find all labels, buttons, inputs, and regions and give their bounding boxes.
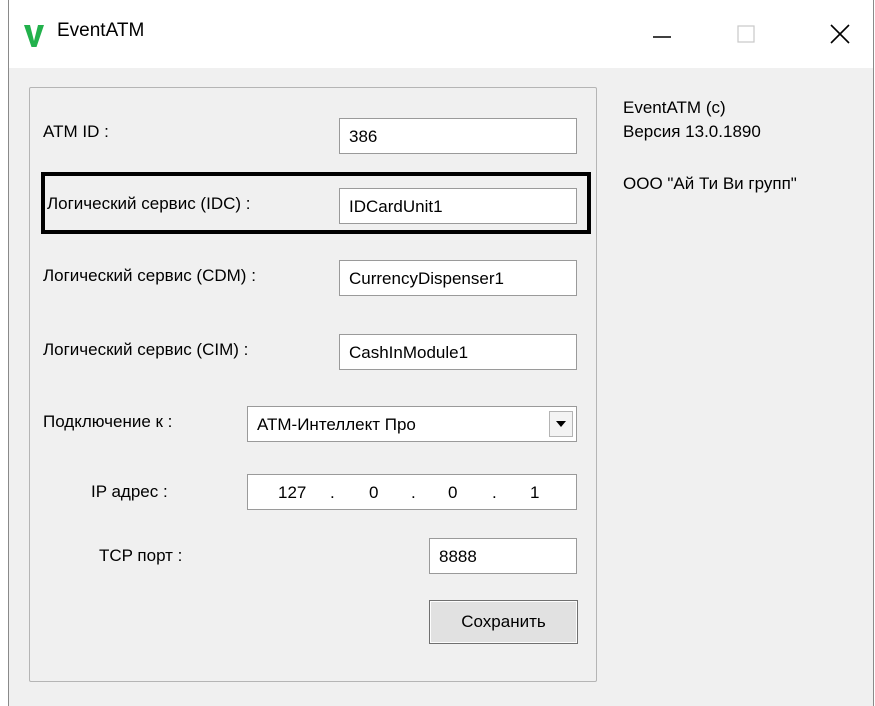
event-atm-window: EventATM ATM ID : 386 Логический сервис … bbox=[8, 0, 874, 706]
chevron-down-icon bbox=[556, 421, 566, 427]
atm-id-label: ATM ID : bbox=[43, 122, 109, 141]
close-icon bbox=[830, 24, 850, 44]
title-bar[interactable]: EventATM bbox=[9, 0, 873, 68]
ip-octet-2[interactable]: 0 bbox=[369, 483, 378, 503]
ip-dot-1: . bbox=[330, 483, 335, 502]
ip-dot-2: . bbox=[411, 483, 416, 502]
maximize-icon bbox=[737, 25, 755, 43]
tcp-port-label: TCP порт : bbox=[99, 546, 183, 565]
ip-octet-4[interactable]: 1 bbox=[530, 483, 539, 503]
connect-select[interactable]: АТМ-Интеллект Про bbox=[247, 406, 577, 442]
idc-label: Логический сервис (IDC) : bbox=[47, 194, 251, 213]
connect-label: Подключение к : bbox=[43, 412, 173, 431]
maximize-button[interactable] bbox=[717, 10, 775, 58]
idc-input[interactable]: IDCardUnit1 bbox=[339, 188, 577, 224]
cim-label: Логический сервис (CIM) : bbox=[43, 340, 249, 359]
info-company: ООО "Ай Ти Ви групп" bbox=[623, 174, 797, 193]
info-version: Версия 13.0.1890 bbox=[623, 122, 761, 141]
minimize-button[interactable] bbox=[633, 10, 691, 58]
ip-octet-3[interactable]: 0 bbox=[448, 483, 457, 503]
connect-selected-value: АТМ-Интеллект Про bbox=[257, 415, 416, 434]
save-button[interactable]: Сохранить bbox=[429, 600, 578, 644]
cim-input[interactable]: CashInModule1 bbox=[339, 334, 577, 370]
ip-dot-3: . bbox=[492, 483, 497, 502]
info-copyright: EventATM (c) bbox=[623, 98, 726, 117]
ip-octet-1[interactable]: 127 bbox=[278, 483, 306, 503]
cdm-input[interactable]: CurrencyDispenser1 bbox=[339, 260, 577, 296]
ip-label: IP адрес : bbox=[91, 482, 168, 501]
close-button[interactable] bbox=[811, 10, 869, 58]
ip-address-input[interactable]: 127 . 0 . 0 . 1 bbox=[247, 474, 577, 510]
minimize-icon bbox=[653, 36, 671, 38]
tcp-port-input[interactable]: 8888 bbox=[429, 538, 577, 574]
cdm-label: Логический сервис (CDM) : bbox=[43, 266, 256, 285]
window-title: EventATM bbox=[57, 20, 145, 41]
v-logo-icon bbox=[24, 25, 44, 47]
atm-id-input[interactable]: 386 bbox=[339, 118, 577, 154]
dropdown-arrow-button[interactable] bbox=[549, 411, 573, 437]
